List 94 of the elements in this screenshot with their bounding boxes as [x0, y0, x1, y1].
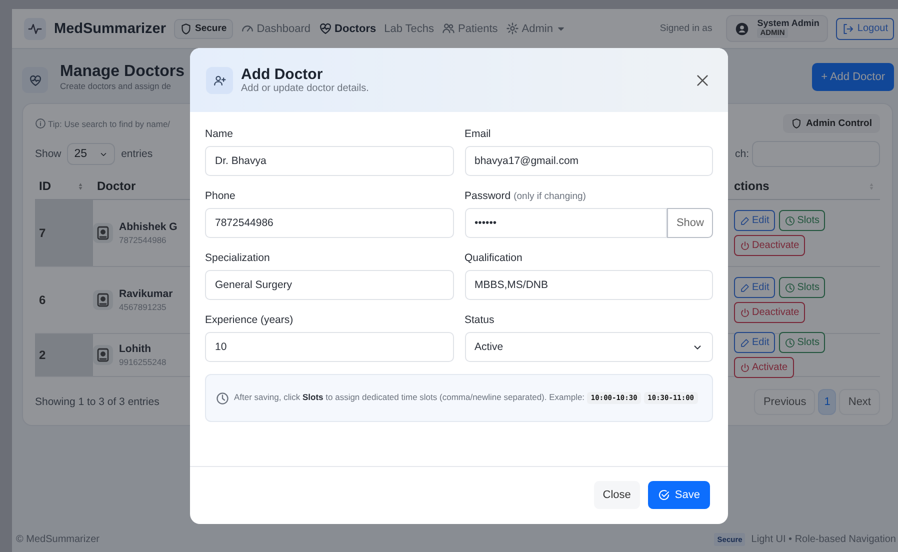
column-header[interactable]: ID — [39, 179, 51, 193]
hint-text: After saving, click Slots to assign dedicated time slots (comma/newline separated). Example: — [234, 392, 585, 402]
entries-info: Showing 1 to 3 of 3 entries — [35, 396, 160, 408]
field-label: Status — [464, 314, 496, 326]
field-label: Phone — [205, 190, 236, 202]
close-icon — [695, 72, 710, 88]
status-select[interactable]: Active — [464, 332, 713, 362]
logout-icon — [842, 22, 854, 34]
add-doctor-button[interactable]: + Add Doctor — [812, 63, 894, 91]
text-field[interactable]: bhavya17@gmail.com — [464, 146, 713, 176]
shield-icon — [791, 118, 802, 129]
field-label: Password — [464, 190, 511, 202]
page-title: Manage Doctors — [60, 63, 184, 81]
save-button[interactable]: Save — [648, 481, 710, 509]
user-plus-icon — [206, 66, 233, 94]
doctor-phone: 4567891235 — [119, 302, 168, 312]
pencil-icon — [740, 338, 750, 348]
nav-link[interactable]: Admin — [506, 22, 566, 35]
pencil-icon — [740, 216, 750, 226]
doctor-name: Lohith — [119, 343, 152, 355]
slots-button[interactable]: Slots — [779, 332, 826, 353]
people-icon — [442, 22, 456, 35]
show-password-button[interactable]: Show — [667, 208, 713, 238]
doctor-phone: 7872544986 — [119, 235, 168, 245]
avatar-icon — [735, 22, 750, 36]
sort-icon — [76, 180, 85, 192]
nav-link[interactable]: Patients — [442, 22, 498, 35]
slots-button[interactable]: Slots — [779, 277, 826, 298]
user-name: System Admin — [757, 18, 820, 28]
page-button[interactable]: Next — [839, 389, 880, 415]
edit-button[interactable]: Edit — [734, 210, 776, 231]
edit-button[interactable]: Edit — [734, 277, 776, 298]
deactivate-button[interactable]: Deactivate — [734, 235, 806, 256]
power-icon — [740, 308, 750, 318]
admin-control-badge: Admin Control — [783, 114, 880, 133]
sort-icon — [867, 180, 876, 192]
activate-button[interactable]: Activate — [734, 357, 794, 378]
column-header[interactable]: Doctor — [97, 179, 136, 193]
field-label: Name — [205, 128, 234, 140]
clock-icon — [785, 338, 796, 348]
gear-icon — [506, 22, 519, 35]
show-label: Show — [35, 148, 62, 160]
footer-note: Light UI • Role-based Navigation — [751, 534, 896, 545]
copyright-text: © MedSummarizer — [16, 534, 100, 545]
field-label: Email — [464, 128, 492, 140]
text-field[interactable]: 10 — [205, 332, 454, 362]
page-button[interactable]: 1 — [818, 389, 836, 415]
dialog-title: Add Doctor — [241, 66, 324, 83]
pencil-icon — [740, 282, 750, 292]
doctor-name: Ravikumar — [119, 288, 173, 300]
nav-link[interactable]: Dashboard — [240, 22, 311, 35]
field-label: Specialization — [205, 252, 271, 264]
table-cell: 7 — [39, 226, 46, 240]
clock-icon — [785, 216, 796, 226]
signed-in-label: Signed in as — [660, 23, 712, 34]
field-note: (only if changing) — [514, 191, 586, 202]
slots-button[interactable]: Slots — [779, 210, 826, 231]
entries-label: entries — [121, 148, 153, 160]
logo-icon — [24, 18, 46, 40]
text-field[interactable]: MBBS,MS/DNB — [464, 270, 713, 300]
shield-icon — [180, 22, 192, 34]
dialog-subtitle: Add or update doctor details. — [241, 83, 369, 94]
doctor-name: Abhishek G — [119, 221, 178, 233]
page-size-select[interactable]: 25 — [67, 143, 116, 165]
field-label: Qualification — [464, 252, 524, 264]
brand-name[interactable]: MedSummarizer — [54, 20, 166, 36]
page-subtitle: Create doctors and assign de — [60, 81, 172, 91]
table-cell: 6 — [39, 293, 46, 307]
deactivate-button[interactable]: Deactivate — [734, 302, 806, 323]
text-field[interactable]: 7872544986 — [205, 208, 454, 238]
heart-icon — [318, 22, 332, 35]
field-label: Experience (years) — [205, 314, 294, 326]
text-field[interactable]: General Surgery — [205, 270, 454, 300]
table-cell: 2 — [39, 348, 46, 362]
logout-button[interactable]: Logout — [836, 18, 894, 40]
nav-link[interactable]: Doctors — [318, 22, 376, 35]
info-icon — [35, 118, 46, 129]
clock-icon — [216, 392, 229, 405]
edit-button[interactable]: Edit — [734, 332, 776, 353]
text-field[interactable]: Dr. Bhavya — [205, 146, 454, 176]
page-button[interactable]: Previous — [754, 389, 816, 415]
search-label: ch: — [734, 148, 749, 160]
id-badge-icon — [93, 290, 113, 310]
doctor-phone: 9916255248 — [119, 357, 166, 367]
clock-icon — [785, 282, 796, 292]
tip-text: Tip: Use search to find by name/ — [35, 118, 170, 129]
close-button[interactable]: Close — [594, 481, 640, 509]
power-icon — [740, 240, 750, 250]
nav-link[interactable]: Lab Techs — [384, 22, 434, 34]
secure-badge: Secure — [174, 18, 233, 38]
check-circle-icon — [658, 489, 670, 501]
column-header[interactable]: ctions — [734, 179, 770, 193]
password-field[interactable]: •••••• — [464, 208, 668, 238]
power-icon — [740, 362, 750, 372]
